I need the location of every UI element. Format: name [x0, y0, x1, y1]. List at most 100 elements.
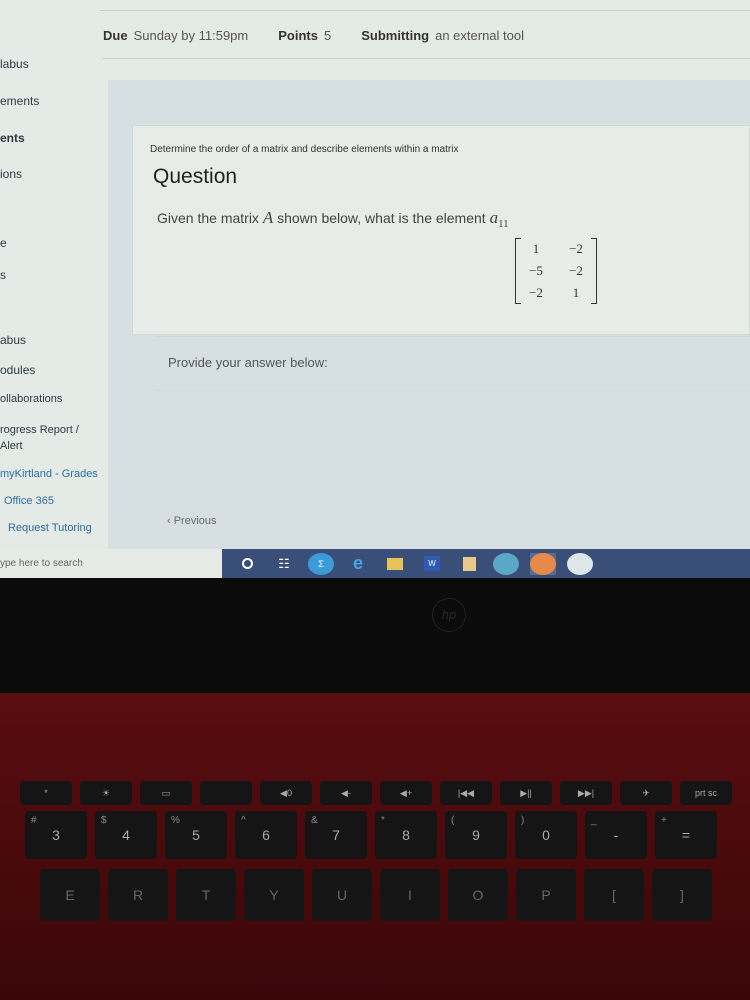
sidebar-item-discussions[interactable]: ions	[0, 167, 22, 181]
key[interactable]: R	[108, 869, 168, 921]
sidebar-item-progress-report[interactable]: rogress Report / Alert	[0, 422, 95, 454]
sigma-app-icon[interactable]: Σ	[308, 552, 334, 575]
sidebar-item-announcements[interactable]: ements	[0, 94, 39, 108]
key-label: 4	[122, 827, 130, 843]
key-label: |◀◀	[457, 787, 475, 798]
key[interactable]: & 7	[305, 811, 367, 859]
sidebar-item-office-365[interactable]: Office 365	[4, 495, 54, 507]
key[interactable]: _ -	[585, 811, 647, 859]
key[interactable]: P	[516, 869, 576, 921]
key-label: ◀+	[399, 787, 413, 798]
taskbar-search-input[interactable]: ype here to search	[0, 549, 222, 578]
key-label: ▶||	[520, 787, 532, 798]
key[interactable]: (9	[445, 811, 507, 859]
key-label: T	[201, 887, 211, 903]
key-shift-label: $	[101, 815, 107, 826]
key[interactable]: ◀-	[320, 781, 372, 805]
submitting-label: Submitting	[361, 28, 430, 43]
key[interactable]: [	[584, 869, 644, 921]
key[interactable]: Y	[244, 869, 304, 921]
sidebar-item-mykirtland-grades[interactable]: myKirtland - Grades	[0, 468, 98, 480]
submitting-value: an external tool	[435, 28, 524, 43]
key[interactable]: * 8	[375, 811, 437, 859]
matrix-a: 1 −2 −5 −2 −2 1	[515, 238, 597, 304]
keyboard: * ☀ ▭ ◀0 ◀- ◀+ |◀◀ ▶|| ▶▶| ✈ prt sc #3 $4% 5 ^ 6 & 7 * 8(9…	[0, 693, 750, 1000]
element-symbol: a	[489, 208, 499, 227]
key[interactable]: #3	[25, 811, 87, 859]
cortana-icon[interactable]	[234, 553, 260, 575]
task-view-icon[interactable]: ☷	[271, 553, 297, 575]
key-shift-label: +	[661, 815, 667, 826]
sidebar-item-syllabus-2[interactable]: abus	[0, 333, 26, 347]
key[interactable]: % 5	[165, 811, 227, 859]
sidebar-item-collaborations[interactable]: ollaborations	[0, 393, 62, 405]
matrix-cell: 1	[532, 241, 540, 256]
key-label: ◀0	[280, 787, 292, 798]
key[interactable]: ) 0	[515, 811, 577, 859]
key[interactable]: ◀+	[380, 781, 432, 805]
key-label: 9	[472, 827, 480, 843]
points-value: 5	[323, 28, 332, 43]
file-explorer-icon[interactable]	[382, 553, 408, 575]
key-shift-label: _	[591, 815, 597, 826]
key[interactable]: ✈	[620, 781, 672, 805]
firefox-icon[interactable]	[530, 552, 556, 575]
matrix-cell: −2	[529, 285, 543, 300]
key[interactable]: ☀	[80, 781, 132, 805]
sidebar-item-e[interactable]: e	[0, 236, 7, 250]
matrix-cell: −2	[569, 241, 583, 256]
key-label: *	[44, 788, 48, 798]
key[interactable]: ▶▶|	[560, 781, 612, 805]
key-shift-label: *	[381, 815, 385, 826]
key-label: ◀-	[341, 787, 351, 798]
question-topic: Determine the order of a matrix and desc…	[150, 144, 459, 155]
answer-section[interactable]: Provide your answer below:	[155, 336, 750, 391]
sidebar-item-syllabus[interactable]: labus	[0, 57, 29, 71]
key-label: =	[681, 827, 691, 843]
app-icon[interactable]	[567, 552, 593, 575]
sidebar-item-assignments[interactable]: ents	[0, 131, 25, 145]
key[interactable]: E	[40, 869, 100, 921]
key[interactable]: O	[448, 869, 508, 921]
matrix-cell: −2	[569, 263, 583, 278]
key-label: ]	[680, 887, 684, 903]
divider	[103, 58, 750, 59]
previous-button[interactable]: ‹ Previous	[167, 515, 217, 527]
sidebar-item-request-tutoring[interactable]: Request Tutoring	[8, 522, 92, 534]
key[interactable]: ]	[652, 869, 712, 921]
key-shift-label: &	[311, 815, 318, 826]
media-icon[interactable]	[456, 553, 482, 575]
key[interactable]: ◀0	[260, 781, 312, 805]
key[interactable]: *	[20, 781, 72, 805]
laptop-bezel	[0, 578, 750, 693]
key[interactable]: $4	[95, 811, 157, 859]
key[interactable]: + =	[655, 811, 717, 859]
key-label: 8	[402, 827, 410, 843]
key-label: 0	[542, 827, 550, 843]
internet-explorer-icon[interactable]: e	[345, 553, 371, 575]
text-part: Given the matrix	[157, 210, 259, 226]
key-label: ✈	[642, 787, 650, 798]
key[interactable]: ^ 6	[235, 811, 297, 859]
key-label: 6	[262, 827, 270, 843]
key[interactable]: ▶||	[500, 781, 552, 805]
key-label: Y	[269, 887, 279, 903]
text-part: shown below, what is the element	[277, 210, 486, 226]
key[interactable]: ▭	[140, 781, 192, 805]
key[interactable]: prt sc	[680, 781, 732, 805]
sidebar-item-modules[interactable]: odules	[0, 363, 35, 377]
key-shift-label: ^	[241, 815, 246, 826]
key-label: ▭	[161, 787, 171, 798]
key[interactable]	[200, 781, 252, 805]
question-title: Question	[153, 165, 238, 188]
chrome-icon[interactable]	[493, 552, 519, 575]
key[interactable]: |◀◀	[440, 781, 492, 805]
key-label: 3	[52, 827, 60, 843]
sidebar-item-s[interactable]: s	[0, 268, 6, 282]
key[interactable]: U	[312, 869, 372, 921]
key-label: R	[132, 887, 144, 903]
key-label: P	[541, 887, 551, 903]
word-icon[interactable]: W	[419, 553, 445, 575]
key[interactable]: T	[176, 869, 236, 921]
key[interactable]: I	[380, 869, 440, 921]
